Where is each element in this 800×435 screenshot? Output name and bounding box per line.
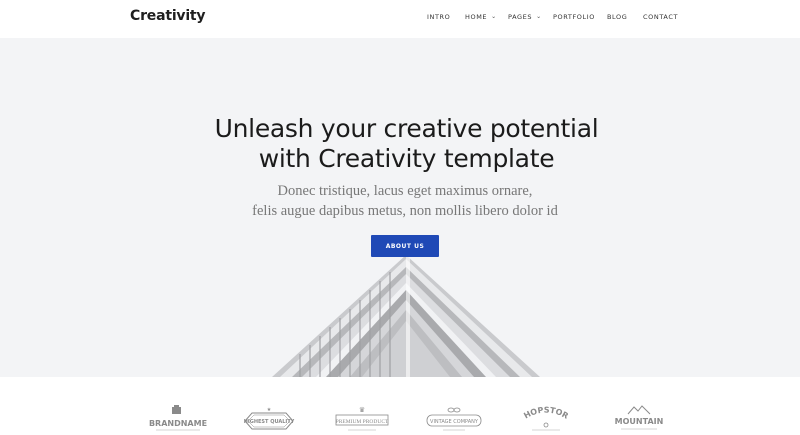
main-nav: INTRO HOME ⌄ PAGES ⌄ PORTFOLIO BLOG CONT…: [0, 13, 800, 25]
mountain-logo[interactable]: MOUNTAIN: [611, 403, 667, 435]
hero-subtitle-line: felis augue dapibus metus, non mollis li…: [252, 203, 558, 219]
nav-item-portfolio[interactable]: PORTFOLIO: [553, 13, 595, 21]
nav-item-label: INTRO: [427, 13, 451, 21]
logo-text: BRANDNAME: [149, 419, 207, 428]
brandname-logo[interactable]: BRANDNAME: [148, 403, 208, 435]
hero-title-line: Unleash your creative potential: [214, 114, 599, 143]
chevron-down-icon: ⌄: [491, 13, 497, 20]
premium-product-logo[interactable]: ♛ PREMIUM PRODUCT: [334, 403, 390, 435]
nav-item-intro[interactable]: INTRO: [427, 13, 450, 21]
hero-title: Unleash your creative potential with Cre…: [0, 114, 800, 174]
hero-title-line: with Creativity template: [258, 144, 555, 173]
logo-text: HIGHEST QUALITY: [244, 419, 295, 425]
nav-item-label: PAGES: [508, 13, 533, 21]
nav-item-label: HOME: [465, 13, 488, 21]
hero-subtitle-line: Donec tristique, lacus eget maximus orna…: [277, 183, 533, 199]
logo-text: MOUNTAIN: [615, 417, 664, 426]
hero-subtitle: Donec tristique, lacus eget maximus orna…: [0, 181, 800, 221]
about-us-button[interactable]: ABOUT US: [371, 235, 439, 257]
top-navbar: Creativity INTRO HOME ⌄ PAGES ⌄ PORTFOLI…: [0, 0, 800, 38]
logo-text: SHOPSTORE: [518, 403, 570, 421]
nav-item-label: CONTACT: [643, 13, 679, 21]
nav-item-label: BLOG: [607, 13, 628, 21]
nav-item-home[interactable]: HOME ⌄: [465, 13, 497, 21]
nav-item-pages[interactable]: PAGES ⌄: [508, 13, 542, 21]
shopstore-logo[interactable]: SHOPSTORE: [518, 403, 574, 435]
svg-text:♛: ♛: [359, 406, 365, 414]
hero-section: Unleash your creative potential with Cre…: [0, 38, 800, 377]
highest-quality-logo[interactable]: HIGHEST QUALITY ★: [240, 403, 298, 435]
nav-item-blog[interactable]: BLOG: [607, 13, 627, 21]
nav-item-label: PORTFOLIO: [553, 13, 595, 21]
chevron-down-icon: ⌄: [536, 13, 542, 20]
svg-text:★: ★: [267, 407, 272, 413]
client-logos: BRANDNAME HIGHEST QUALITY ★ ♛ PREMIUM PR…: [0, 377, 800, 435]
nav-item-contact[interactable]: CONTACT: [643, 13, 678, 21]
vintage-company-logo[interactable]: VINTAGE COMPANY: [425, 403, 483, 435]
svg-text:SHOPSTORE: SHOPSTORE: [518, 403, 570, 421]
logo-text: PREMIUM PRODUCT: [336, 419, 389, 425]
logo-text: VINTAGE COMPANY: [430, 419, 479, 425]
